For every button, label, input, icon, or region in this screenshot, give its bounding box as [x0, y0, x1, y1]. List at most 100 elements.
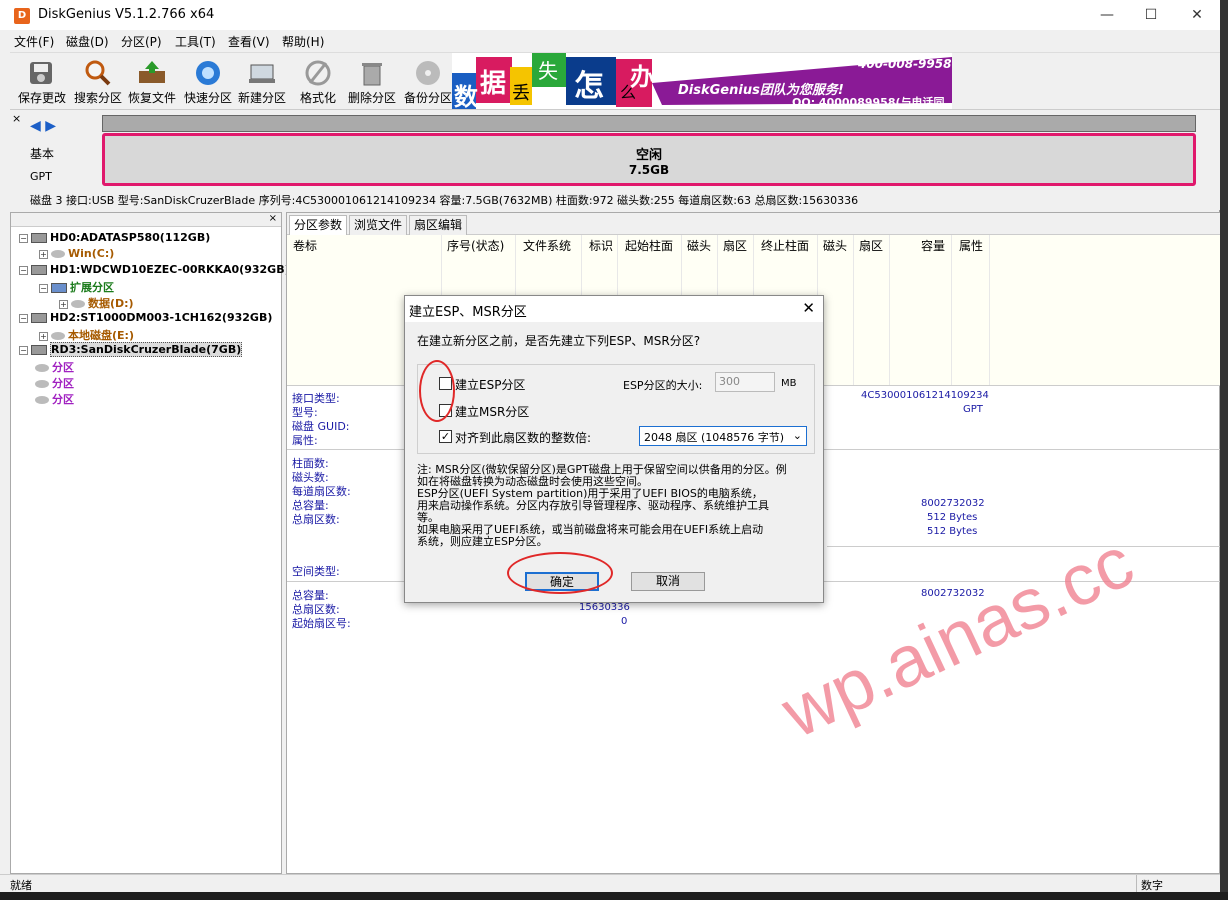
advert-banner[interactable]: 数 据 丢 失 怎 么 办 DiskGenius团队为您服务! 400-008-…: [452, 53, 952, 109]
create-esp-msr-dialog: 建立ESP、MSR分区 ✕ 在建立新分区之前，是否先建立下列ESP、MSR分区?…: [404, 295, 824, 603]
backup-partition-button[interactable]: 备份分区: [400, 53, 456, 109]
harddisk-icon: [31, 233, 47, 243]
menu-partition[interactable]: 分区(P): [121, 33, 162, 50]
numlock-indicator: 数字: [1136, 875, 1186, 893]
tree-item-partition-1[interactable]: 分区: [35, 359, 74, 375]
search-partition-button[interactable]: 搜索分区: [70, 53, 126, 109]
tree-item-local-e[interactable]: + 本地磁盘(E:): [39, 327, 134, 343]
partition-icon: [35, 380, 49, 388]
recover-files-button[interactable]: 恢复文件: [124, 53, 180, 109]
collapse-icon[interactable]: −: [19, 233, 28, 243]
dialog-close-icon[interactable]: ✕: [802, 299, 815, 317]
align-checkbox-label[interactable]: 对齐到此扇区数的整数倍:: [455, 429, 591, 446]
divider: [827, 546, 1221, 547]
title-bar: D DiskGenius V5.1.2.766 x64 — ☐ ✕: [0, 0, 1220, 30]
note-line: 系统，则应建立ESP分区。: [417, 535, 548, 548]
expand-icon[interactable]: +: [59, 299, 68, 309]
tree-item-partition-3[interactable]: 分区: [35, 391, 74, 407]
tree-item-hd1[interactable]: − HD1:WDCWD10EZEC-00RKKA0(932GB): [19, 263, 290, 276]
banner-phone: 400-008-9958: [858, 57, 952, 71]
prop-start-sector: 起始扇区号:: [292, 617, 351, 630]
menu-view[interactable]: 查看(V): [228, 33, 270, 50]
banner-char-1: 数: [454, 83, 478, 109]
msr-checkbox-label[interactable]: 建立MSR分区: [455, 403, 529, 420]
disk-nav-arrows[interactable]: ◀ ▶: [30, 118, 56, 134]
close-button[interactable]: ✕: [1174, 0, 1220, 30]
search-partition-label: 搜索分区: [73, 91, 122, 105]
esp-size-input[interactable]: 300: [715, 372, 775, 392]
esp-checkbox-label[interactable]: 建立ESP分区: [455, 376, 525, 393]
magnifier-icon: [85, 60, 111, 86]
esp-size-unit: MB: [781, 378, 797, 389]
tree-item-label: 分区: [52, 393, 74, 406]
tab-sector-edit[interactable]: 扇区编辑: [409, 215, 468, 235]
col-start-sector[interactable]: 扇区: [723, 237, 747, 254]
col-id[interactable]: 标识: [589, 237, 613, 254]
partition-icon: [35, 396, 49, 404]
dialog-question: 在建立新分区之前，是否先建立下列ESP、MSR分区?: [417, 334, 701, 348]
save-icon: [30, 62, 52, 84]
tree-item-rd3[interactable]: − RD3:SanDiskCruzerBlade(7GB): [19, 342, 243, 357]
diskmap-close-icon[interactable]: ×: [12, 112, 21, 125]
menu-tools[interactable]: 工具(T): [175, 33, 216, 50]
minimize-button[interactable]: —: [1084, 0, 1130, 30]
value-physical-sector-size: 512 Bytes: [927, 526, 978, 537]
col-end-cylinder[interactable]: 终止柱面: [761, 237, 809, 254]
col-start-head[interactable]: 磁头: [687, 237, 711, 254]
tree-item-hd2[interactable]: − HD2:ST1000DM003-1CH162(932GB): [19, 311, 272, 324]
prop-space-type: 空间类型:: [292, 565, 340, 578]
quick-partition-icon: [196, 61, 220, 85]
expand-icon[interactable]: +: [39, 331, 48, 341]
col-capacity[interactable]: 容量: [921, 237, 945, 254]
tree-item-hd0[interactable]: − HD0:ADATASP580(112GB): [19, 231, 210, 244]
menu-help[interactable]: 帮助(H): [282, 33, 324, 50]
expand-icon[interactable]: +: [39, 249, 48, 259]
app-icon: D: [14, 8, 30, 24]
free-space-label: 空闲: [635, 148, 662, 163]
tab-partition-params[interactable]: 分区参数: [289, 215, 348, 236]
col-volume-label[interactable]: 卷标: [293, 237, 317, 254]
col-index-status[interactable]: 序号(状态): [447, 237, 504, 254]
new-partition-button[interactable]: 新建分区: [234, 53, 290, 109]
maximize-button[interactable]: ☐: [1128, 0, 1174, 30]
new-partition-icon: [249, 64, 275, 83]
cancel-button[interactable]: 取消: [631, 572, 705, 591]
format-button[interactable]: 格式化: [290, 53, 346, 109]
tree-item-extended[interactable]: − 扩展分区: [39, 279, 114, 295]
tree-item-win-c[interactable]: + Win(C:): [39, 247, 114, 260]
col-start-cylinder[interactable]: 起始柱面: [625, 237, 673, 254]
col-end-sector[interactable]: 扇区: [859, 237, 883, 254]
grid-line: [853, 235, 854, 385]
align-dropdown[interactable]: 2048 扇区 (1048576 字节) ⌄: [639, 426, 807, 446]
harddisk-icon: [31, 313, 47, 323]
free-space-block[interactable]: 空闲 7.5GB: [102, 133, 1196, 186]
tree-item-label: RD3:SanDiskCruzerBlade(7GB): [50, 342, 243, 357]
tree-item-partition-2[interactable]: 分区: [35, 375, 74, 391]
tree-item-label: 扩展分区: [70, 281, 114, 294]
usb-disk-icon: [31, 345, 47, 355]
status-text: 就绪: [10, 879, 32, 892]
col-filesystem[interactable]: 文件系统: [523, 237, 571, 254]
annotation-circle-ok: [507, 552, 613, 594]
tab-browse-files[interactable]: 浏览文件: [349, 215, 408, 235]
align-checkbox[interactable]: ✓: [439, 430, 452, 443]
save-changes-button[interactable]: 保存更改: [14, 53, 70, 109]
tree-close-icon[interactable]: ×: [11, 213, 281, 227]
collapse-icon[interactable]: −: [19, 265, 28, 275]
collapse-icon[interactable]: −: [39, 283, 48, 293]
disk-capacity-bar: [102, 115, 1196, 132]
tree-item-label: HD2:ST1000DM003-1CH162(932GB): [50, 311, 273, 324]
trash-icon: [362, 63, 382, 86]
value-free-sectors: 15630336: [579, 602, 630, 613]
partition-icon: [51, 332, 65, 340]
collapse-icon[interactable]: −: [19, 345, 28, 355]
col-attributes[interactable]: 属性: [959, 237, 983, 254]
menu-file[interactable]: 文件(F): [14, 33, 54, 50]
delete-partition-button[interactable]: 删除分区: [344, 53, 400, 109]
quick-partition-button[interactable]: 快速分区: [180, 53, 236, 109]
col-end-head[interactable]: 磁头: [823, 237, 847, 254]
taskbar-edge: [0, 892, 1228, 900]
collapse-icon[interactable]: −: [19, 313, 28, 323]
tree-item-data-d[interactable]: + 数据(D:): [59, 295, 134, 311]
menu-disk[interactable]: 磁盘(D): [66, 33, 109, 50]
